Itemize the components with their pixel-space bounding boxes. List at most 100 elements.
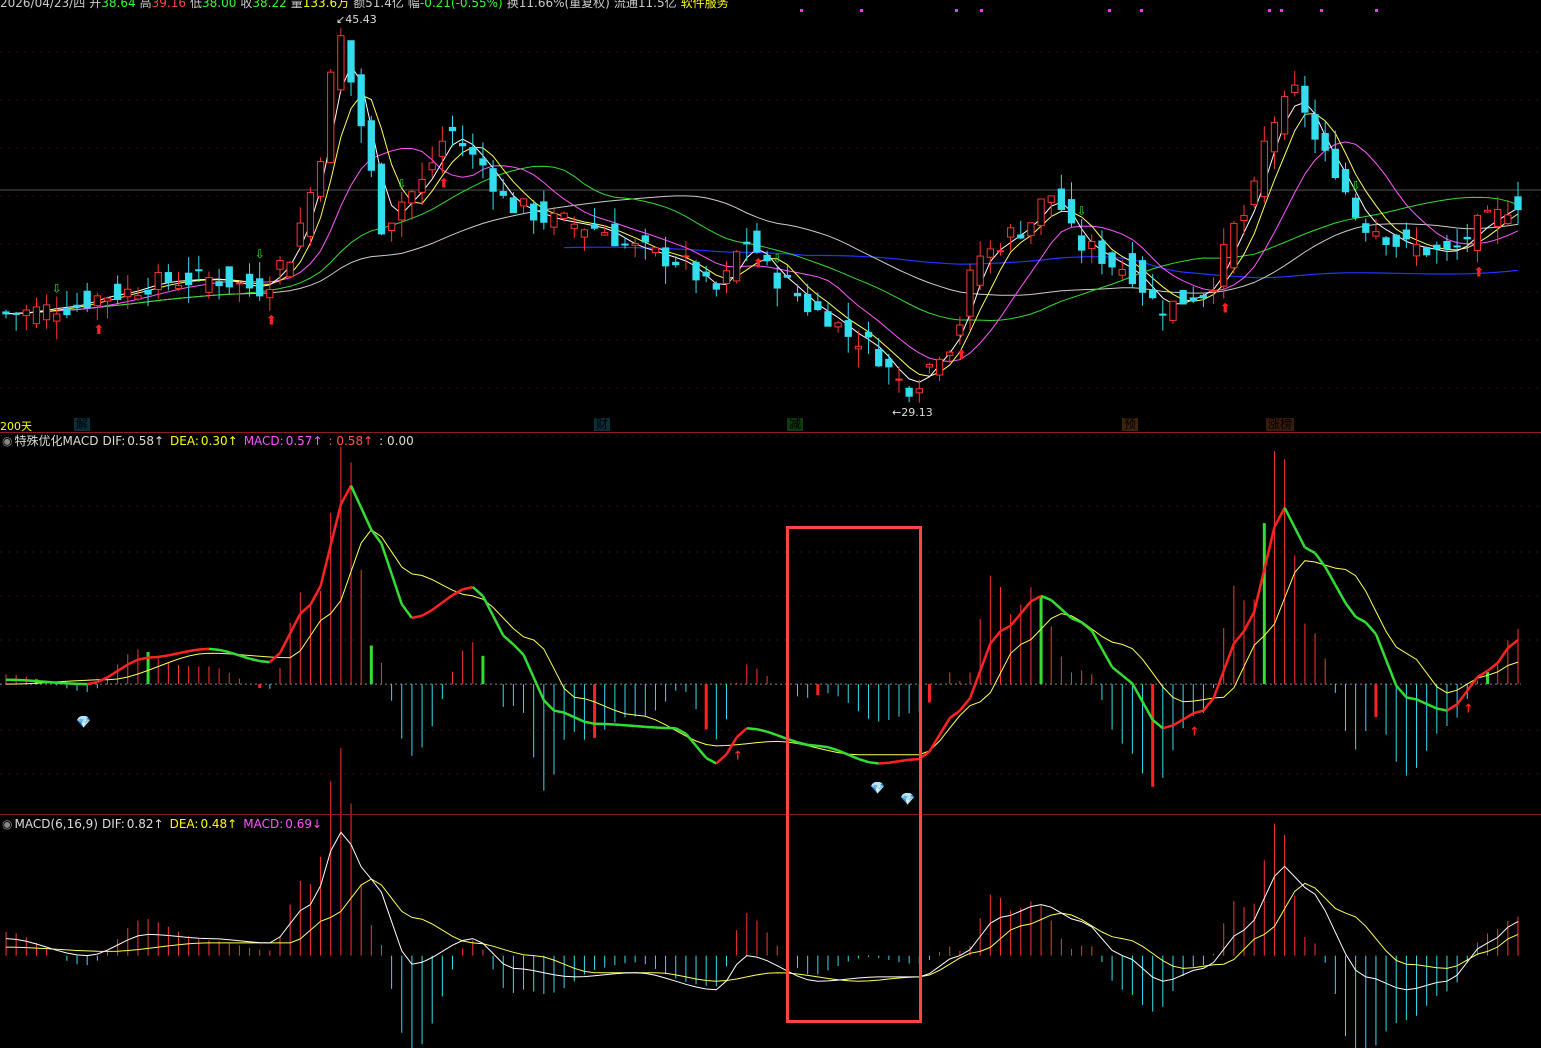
candle-body xyxy=(864,331,873,338)
candle-body xyxy=(611,223,619,247)
candle-body xyxy=(1189,297,1197,302)
panel1-dea-label: DEA: xyxy=(170,434,199,448)
candle-body xyxy=(93,295,101,307)
macd1-dif-line xyxy=(1202,697,1215,712)
candle-body xyxy=(601,232,609,236)
chart-canvas[interactable]: ⬆⬆⬆⬆⬆⬆⬆⇩⇩⇩⇩⇩⇩↑↑↑💎💎💎 xyxy=(0,0,1541,1048)
candle-body xyxy=(499,191,507,196)
pane-separator-2[interactable] xyxy=(0,814,1541,815)
candle-body xyxy=(1230,222,1238,269)
panel1-dea-value: 0.30↑ xyxy=(200,434,238,448)
max-price-value: 45.43 xyxy=(345,13,377,26)
macd1-dif-line xyxy=(1293,527,1307,548)
macd1-dif-line xyxy=(1416,698,1428,706)
panel1-macd-value: 0.57↑ xyxy=(285,434,323,448)
candle-body xyxy=(621,243,629,246)
candle-body xyxy=(1149,289,1157,299)
signal-dot xyxy=(1268,9,1271,12)
candle-body xyxy=(103,297,112,302)
candle-body xyxy=(1088,241,1096,249)
panel2-name[interactable]: MACD(6,16,9) xyxy=(14,817,98,831)
candle-body xyxy=(804,293,812,313)
signal-dot xyxy=(1320,9,1323,12)
candle-body xyxy=(834,322,842,328)
macd1-dif-line xyxy=(979,643,992,672)
candle-body xyxy=(225,266,233,288)
sell-arrow-icon: ⇩ xyxy=(1077,204,1087,218)
signal-dot xyxy=(1108,9,1111,12)
diamond-icon: 💎 xyxy=(76,715,91,729)
candle-body xyxy=(631,242,639,246)
candle-body xyxy=(1382,237,1390,246)
macd1-dif-line xyxy=(746,726,758,731)
sell-arrow-icon: ⇩ xyxy=(1351,179,1361,193)
macd1-dif-line xyxy=(329,503,343,546)
macd1-dif-line xyxy=(1334,584,1347,604)
candle-body xyxy=(154,271,162,291)
macd1-dif-line xyxy=(624,723,636,728)
event-tag-jie[interactable]: 解 xyxy=(74,418,91,431)
panel2-collapse-icon[interactable]: ◉ xyxy=(2,817,12,831)
candle-body xyxy=(844,320,852,337)
macd1-dif-line xyxy=(532,676,545,701)
candle-body xyxy=(164,272,173,283)
candle-body xyxy=(448,126,457,132)
low-label: 低 xyxy=(189,0,202,10)
candle-body xyxy=(773,272,781,289)
pane-separator-1[interactable] xyxy=(0,432,1541,433)
macd1-dif-line xyxy=(1080,621,1093,632)
candle-body xyxy=(570,223,578,229)
candle-body xyxy=(915,388,923,394)
macd1-dif-line xyxy=(1364,621,1377,635)
signal-dot xyxy=(1280,9,1283,12)
candle-body xyxy=(1240,215,1248,221)
event-tag-cai[interactable]: 财 xyxy=(594,418,611,431)
candle-body xyxy=(174,285,183,289)
candle-body xyxy=(469,147,477,155)
macd1-dif-line xyxy=(278,632,292,654)
candle-body xyxy=(195,269,203,272)
macd1-dif-line xyxy=(1374,633,1388,661)
macd1-dif-line xyxy=(584,720,595,726)
macd1-dif-line xyxy=(1426,702,1438,710)
macd1-dif-line xyxy=(1273,507,1286,528)
candle-body xyxy=(1433,244,1441,250)
macd1-dif-line xyxy=(1446,703,1458,712)
candle-body xyxy=(946,351,954,356)
panel1-name[interactable]: 特殊优化MACD xyxy=(14,434,98,448)
candle-body xyxy=(824,311,832,327)
event-tag-jian[interactable]: 减 xyxy=(787,418,804,431)
signal-dot xyxy=(980,9,983,12)
macd1-dif-line xyxy=(239,654,250,660)
candle-body xyxy=(722,270,731,285)
candle-body xyxy=(935,358,944,376)
event-tag-zhangbang[interactable]: 涨榜 xyxy=(1266,418,1295,431)
panel1-collapse-icon[interactable]: ◉ xyxy=(2,434,12,448)
candle-body xyxy=(408,191,416,204)
sell-arrow-icon: ⇩ xyxy=(772,252,782,266)
macd1-dif-line xyxy=(573,716,585,723)
panel2-dif-label: DIF: xyxy=(102,817,125,831)
macd1-dif-line xyxy=(958,697,971,712)
macd1-dif-line xyxy=(1019,600,1032,615)
candle-body xyxy=(32,306,41,325)
candle-body xyxy=(966,269,974,317)
quote-header: 2026/04/23/四 开38.64 高39.16 低38.00 收38.22 量133… xyxy=(0,0,733,10)
candle-body xyxy=(1402,229,1411,240)
macd1-dif-line xyxy=(1222,643,1236,672)
macd1-dif-line xyxy=(431,601,444,611)
candle-body xyxy=(895,378,903,381)
candle-body xyxy=(1301,85,1309,113)
event-tag-yu[interactable]: 预 xyxy=(1122,418,1139,431)
macd2-dea-line xyxy=(5,878,1519,982)
macd1-dif-line xyxy=(106,669,119,679)
candle-body xyxy=(956,324,964,336)
candle-body xyxy=(83,290,91,309)
panel1-extra2: : 0.00 xyxy=(379,434,414,448)
macd1-dif-line xyxy=(462,585,474,591)
macd1-dif-line xyxy=(563,711,575,719)
candle-body xyxy=(672,261,680,266)
candle-body xyxy=(793,292,802,297)
macd1-dif-line xyxy=(46,680,57,684)
macd1-dif-line xyxy=(116,663,129,672)
